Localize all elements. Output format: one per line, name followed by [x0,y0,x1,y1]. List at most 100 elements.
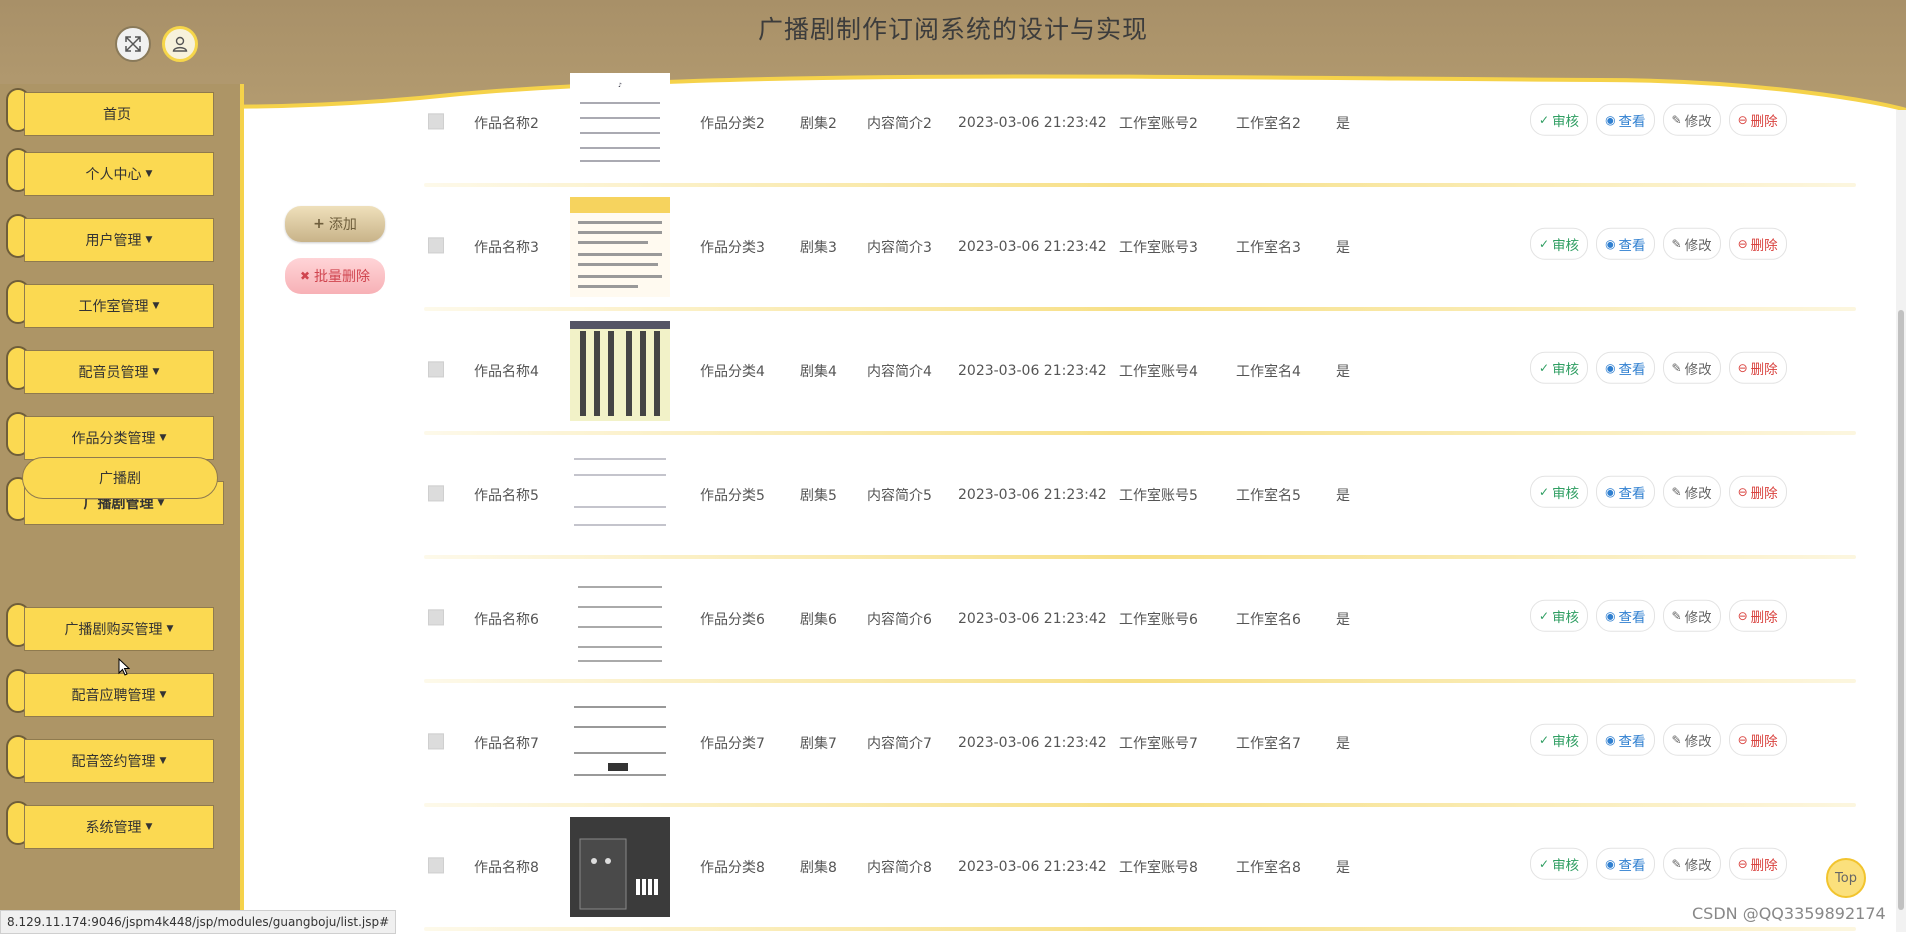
time-cell: 2023-03-06 21:23:42 [958,239,1107,255]
row-checkbox[interactable] [428,237,444,254]
delete-button[interactable]: ⊖ 删除 [1728,103,1787,136]
time-cell: 2023-03-06 21:23:42 [958,487,1107,503]
edit-button[interactable]: ✎ 修改 [1662,847,1721,880]
check-circle-icon: ✓ [1539,608,1550,623]
delete-button[interactable]: ⊖ 删除 [1728,599,1787,632]
sidebar-item-label: 系统管理 [85,820,142,836]
view-button[interactable]: ◉ 查看 [1596,351,1655,384]
submenu-label: 广播剧 [99,471,141,487]
eye-icon: ◉ [1605,112,1616,127]
minus-circle-icon: ⊖ [1737,856,1748,871]
watermark: CSDN @QQ3359892174 [1692,904,1886,923]
caret-down-icon: ▼ [145,822,153,832]
view-button[interactable]: ◉ 查看 [1596,723,1655,756]
eye-icon: ◉ [1605,236,1616,251]
sidebar-item-7[interactable]: 广播剧购买管理 ▼ [24,607,214,651]
pencil-icon: ✎ [1671,484,1682,499]
minus-circle-icon: ⊖ [1737,236,1748,251]
sidebar-item-label: 配音员管理 [78,365,149,381]
flag-cell: 是 [1336,116,1350,132]
edit-button[interactable]: ✎ 修改 [1662,599,1721,632]
scrollbar-thumb[interactable] [1898,310,1904,910]
approve-button[interactable]: ✓ 审核 [1530,227,1589,260]
studio-name-cell: 工作室名2 [1236,116,1301,132]
fullscreen-button[interactable] [115,26,151,62]
view-button[interactable]: ◉ 查看 [1596,103,1655,136]
row-checkbox[interactable] [428,485,444,502]
sidebar-item-5[interactable]: 作品分类管理 ▼ [24,416,214,460]
studio-account-cell: 工作室账号2 [1119,116,1198,132]
add-button[interactable]: + 添加 [285,206,385,242]
delete-button[interactable]: ⊖ 删除 [1728,723,1787,756]
view-button[interactable]: ◉ 查看 [1596,847,1655,880]
edit-button[interactable]: ✎ 修改 [1662,103,1721,136]
studio-name-cell: 工作室名7 [1236,736,1301,752]
edit-button[interactable]: ✎ 修改 [1662,475,1721,508]
approve-button[interactable]: ✓ 审核 [1530,351,1589,384]
row-checkbox[interactable] [428,609,444,626]
delete-button[interactable]: ⊖ 删除 [1728,351,1787,384]
intro-cell: 内容简介6 [867,612,932,628]
table-row: 作品名称6 作品分类6 剧集6 内容简介6 2023-03-06 21:23:42 工作室… [424,557,1856,683]
row-checkbox[interactable] [428,361,444,378]
work-name-cell: 作品名称8 [474,860,539,876]
approve-button-label: 审核 [1552,857,1580,874]
delete-button[interactable]: ⊖ 删除 [1728,227,1787,260]
work-thumbnail-image [570,321,670,421]
pencil-icon: ✎ [1671,236,1682,251]
view-button[interactable]: ◉ 查看 [1596,227,1655,260]
view-button[interactable]: ◉ 查看 [1596,599,1655,632]
edit-button-label: 修改 [1684,609,1712,626]
delete-button-label: 删除 [1750,237,1778,254]
intro-cell: 内容简介5 [867,488,932,504]
eye-icon: ◉ [1605,360,1616,375]
sidebar-item-label: 配音签约管理 [71,754,156,770]
row-checkbox[interactable] [428,733,444,750]
view-button-label: 查看 [1618,857,1646,874]
episode-cell: 剧集4 [800,364,837,380]
view-button[interactable]: ◉ 查看 [1596,475,1655,508]
episode-cell: 剧集5 [800,488,837,504]
batch-delete-label: 批量删除 [314,269,371,285]
delete-button-label: 删除 [1750,485,1778,502]
sidebar-item-2[interactable]: 用户管理 ▼ [24,218,214,262]
sidebar-item-4[interactable]: 配音员管理 ▼ [24,350,214,394]
approve-button[interactable]: ✓ 审核 [1530,599,1589,632]
table-row: 作品名称3 作品分类3 剧集3 内容简介3 2023-03-06 21:23:42 工作室… [424,185,1856,311]
edit-button[interactable]: ✎ 修改 [1662,351,1721,384]
sidebar-item-1[interactable]: 个人中心 ▼ [24,152,214,196]
caret-down-icon: ▼ [159,756,167,766]
sidebar-item-8[interactable]: 配音应聘管理 ▼ [24,673,214,717]
sidebar-item-label: 首页 [103,107,131,123]
edit-button[interactable]: ✎ 修改 [1662,723,1721,756]
user-profile-button[interactable] [162,26,198,62]
studio-name-cell: 工作室名3 [1236,240,1301,256]
approve-button[interactable]: ✓ 审核 [1530,475,1589,508]
sidebar-item-label: 广播剧购买管理 [64,622,163,638]
row-checkbox[interactable] [428,113,444,130]
mouse-cursor-icon [118,658,130,676]
row-checkbox[interactable] [428,857,444,874]
delete-button[interactable]: ⊖ 删除 [1728,847,1787,880]
back-to-top-button[interactable]: Top [1826,858,1866,898]
edit-button[interactable]: ✎ 修改 [1662,227,1721,260]
approve-button[interactable]: ✓ 审核 [1530,847,1589,880]
sidebar-item-3[interactable]: 工作室管理 ▼ [24,284,214,328]
edit-button-label: 修改 [1684,237,1712,254]
batch-delete-button[interactable]: ✖ 批量删除 [285,258,385,294]
submenu-item-guangboju[interactable]: 广播剧 [22,457,218,499]
work-thumbnail-image: ♪ [570,73,670,173]
time-cell: 2023-03-06 21:23:42 [958,859,1107,875]
sidebar-item-10[interactable]: 系统管理 ▼ [24,805,214,849]
work-name-cell: 作品名称2 [474,116,539,132]
approve-button[interactable]: ✓ 审核 [1530,103,1589,136]
sidebar-item-0[interactable]: 首页 [24,92,214,136]
approve-button[interactable]: ✓ 审核 [1530,723,1589,756]
scrollbar[interactable] [1896,110,1906,932]
time-cell: 2023-03-06 21:23:42 [958,363,1107,379]
minus-circle-icon: ⊖ [1737,360,1748,375]
sidebar-item-9[interactable]: 配音签约管理 ▼ [24,739,214,783]
delete-button[interactable]: ⊖ 删除 [1728,475,1787,508]
pencil-icon: ✎ [1671,608,1682,623]
episode-cell: 剧集6 [800,612,837,628]
